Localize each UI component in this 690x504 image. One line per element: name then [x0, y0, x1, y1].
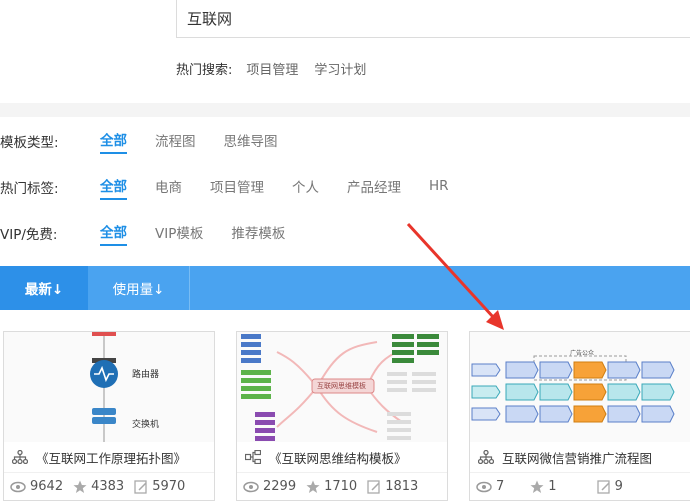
card-title[interactable]: 互联网微信营销推广流程图	[502, 448, 652, 467]
filter-vip: VIP/免费: 全部 VIP模板 推荐模板	[0, 220, 313, 246]
filter-hot-tags: 热门标签: 全部 电商 项目管理 个人 产品经理 HR	[0, 174, 477, 200]
template-thumbnail[interactable]: 广告公众	[470, 332, 690, 442]
filter-vip-vip[interactable]: VIP模板	[155, 222, 203, 245]
topology-icon	[478, 450, 494, 464]
filter-label: 热门标签:	[0, 181, 59, 197]
hot-keyword-study[interactable]: 学习计划	[314, 59, 366, 78]
card-title[interactable]: 《互联网思维结构模板》	[269, 448, 407, 467]
thumb-node-switch: 交换机	[132, 420, 160, 430]
template-card[interactable]: 广告公众 互联网微信营销推广流程图 7 1 9	[469, 331, 690, 501]
filter-label: 模板类型:	[0, 135, 59, 151]
filter-tag-hr[interactable]: HR	[429, 178, 449, 197]
eye-icon	[476, 481, 492, 492]
eye-icon	[10, 481, 26, 492]
template-card[interactable]: 互联网思维模板 《互联网思维结构模板》 2299 1710 1813	[236, 331, 448, 501]
thumb-header-label: 广告公众	[570, 350, 595, 357]
sort-bar: 最新↓ 使用量↓	[0, 266, 690, 310]
filter-vip-all[interactable]: 全部	[100, 221, 127, 246]
filter-label: VIP/免费:	[0, 227, 58, 243]
thumb-center-node: 互联网思维模板	[317, 382, 366, 390]
views-count: 9642	[30, 479, 64, 494]
edits-count: 9	[614, 479, 623, 494]
filter-type-mindmap[interactable]: 思维导图	[224, 130, 278, 153]
hot-keyword-project[interactable]: 项目管理	[246, 59, 298, 78]
sort-newest-button[interactable]: 最新↓	[0, 266, 88, 310]
filter-tag-project[interactable]: 项目管理	[210, 176, 264, 199]
views-count: 7	[496, 479, 505, 494]
hot-search-bar: 热门搜索: 项目管理 学习计划	[176, 58, 382, 78]
hot-search-label: 热门搜索:	[176, 62, 233, 78]
edit-icon	[596, 479, 610, 494]
card-title[interactable]: 《互联网工作原理拓扑图》	[36, 448, 186, 467]
edit-icon	[134, 479, 147, 494]
eye-icon	[243, 481, 259, 492]
filter-template-type: 模板类型: 全部 流程图 思维导图	[0, 128, 306, 154]
mindmap-icon	[245, 450, 261, 464]
filter-tag-all[interactable]: 全部	[100, 175, 127, 200]
filter-tag-personal[interactable]: 个人	[292, 176, 319, 199]
filter-vip-recommend[interactable]: 推荐模板	[231, 222, 285, 245]
star-icon	[306, 480, 320, 493]
thumb-node-router: 路由器	[132, 370, 160, 380]
star-icon	[73, 480, 87, 493]
edit-icon	[367, 479, 380, 494]
template-thumbnail[interactable]: 互联网思维模板	[237, 332, 447, 442]
stars-count: 1	[548, 479, 557, 494]
sort-usage-button[interactable]: 使用量↓	[88, 266, 190, 310]
section-divider	[0, 103, 690, 117]
filter-tag-ecommerce[interactable]: 电商	[155, 176, 182, 199]
topology-icon	[12, 450, 28, 464]
search-input[interactable]	[177, 0, 690, 37]
stars-count: 4383	[91, 479, 125, 494]
edits-count: 5970	[152, 479, 186, 494]
stars-count: 1710	[324, 479, 358, 494]
template-card[interactable]: 路由器 交换机 《互联网工作原理拓扑图》 9642 4383 5970	[3, 331, 215, 501]
filter-type-flowchart[interactable]: 流程图	[155, 130, 196, 153]
search-box[interactable]	[176, 0, 690, 38]
topology-thumbnail-graphic	[90, 332, 118, 442]
template-thumbnail[interactable]: 路由器 交换机	[4, 332, 214, 442]
edits-count: 1813	[385, 479, 419, 494]
star-icon	[530, 480, 544, 493]
filter-tag-pm[interactable]: 产品经理	[347, 176, 401, 199]
filter-type-all[interactable]: 全部	[100, 129, 127, 154]
views-count: 2299	[263, 479, 297, 494]
